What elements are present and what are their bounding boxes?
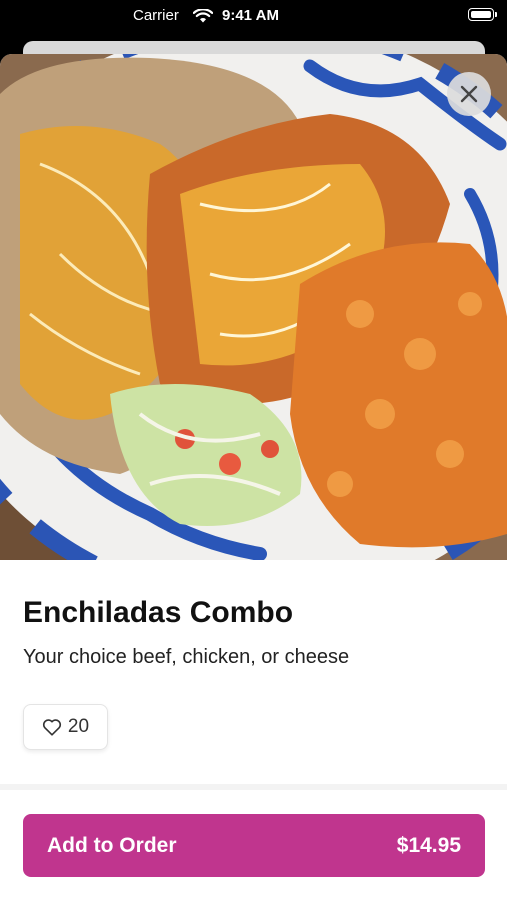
- section-divider: [0, 784, 507, 790]
- battery-icon: [468, 8, 497, 21]
- heart-icon: [42, 719, 61, 736]
- status-time: 9:41 AM: [222, 7, 279, 24]
- close-button[interactable]: [447, 72, 491, 116]
- like-count: 20: [67, 716, 90, 737]
- status-bar: Carrier 9:41 AM: [0, 0, 507, 32]
- add-to-order-label: Add to Order: [47, 833, 177, 857]
- like-button[interactable]: 20: [23, 704, 108, 750]
- item-title: Enchiladas Combo: [23, 596, 294, 629]
- item-description: Your choice beef, chicken, or cheese: [23, 646, 350, 668]
- carrier-label: Carrier: [133, 7, 179, 24]
- add-to-order-button[interactable]: Add to Order $14.95: [23, 814, 485, 877]
- wifi-icon: [193, 9, 213, 23]
- close-icon: [460, 85, 478, 103]
- item-detail-sheet: Enchiladas Combo Your choice beef, chick…: [0, 54, 507, 900]
- item-photo: [0, 54, 507, 560]
- item-price: $14.95: [396, 833, 461, 857]
